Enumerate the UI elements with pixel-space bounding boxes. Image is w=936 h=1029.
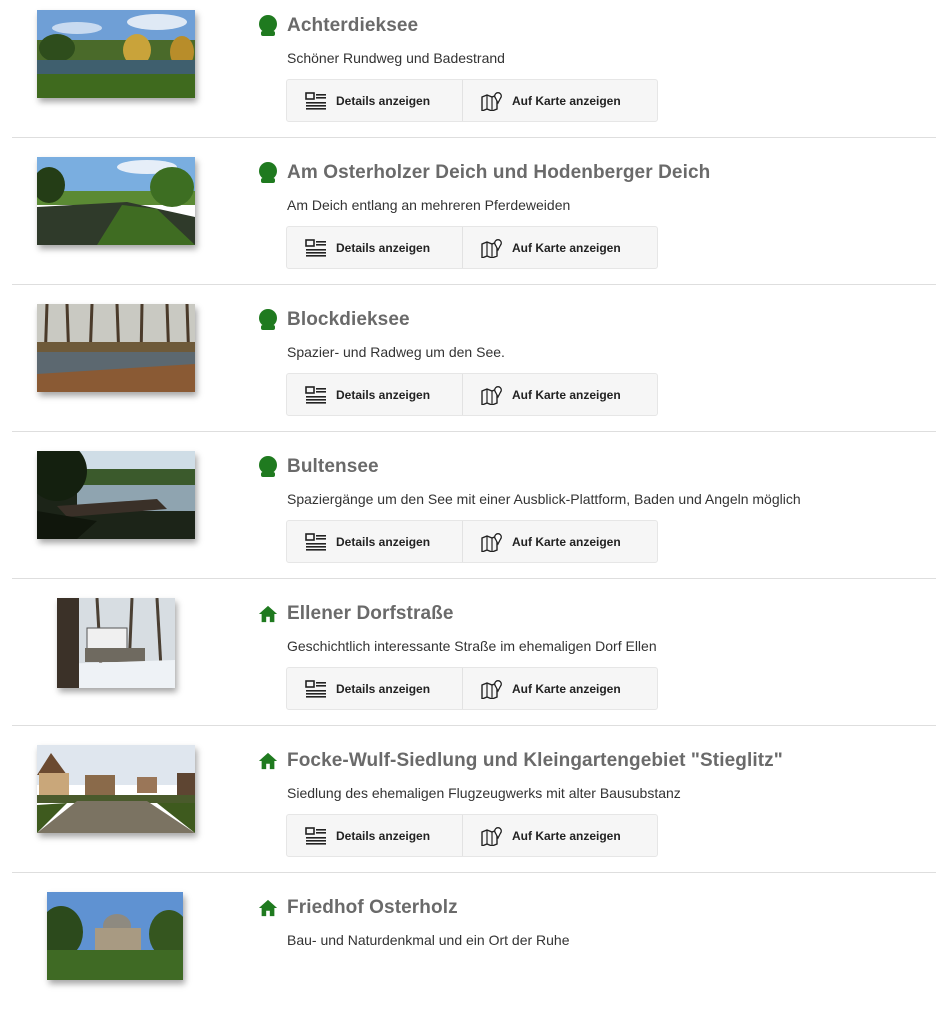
item-actions: Details anzeigen Auf Karte anzeigen: [286, 814, 658, 857]
list-item: Achterdieksee Schöner Rundweg und Badest…: [0, 0, 936, 147]
item-description: Spaziergänge um den See mit einer Ausbli…: [287, 491, 801, 507]
item-actions: Details anzeigen Auf Karte anzeigen: [286, 520, 658, 563]
item-title[interactable]: Am Osterholzer Deich und Hodenberger Dei…: [287, 162, 710, 184]
show-on-map-button[interactable]: Auf Karte anzeigen: [463, 227, 657, 268]
divider: [12, 725, 936, 726]
item-actions: Details anzeigen Auf Karte anzeigen: [286, 373, 658, 416]
list-icon: [305, 91, 327, 111]
place-photo[interactable]: [57, 598, 175, 688]
divider: [12, 137, 936, 138]
place-photo[interactable]: [37, 451, 195, 539]
house-icon: [258, 750, 278, 772]
map-icon: [481, 532, 503, 552]
divider: [12, 431, 936, 432]
list-item: Bultensee Spaziergänge um den See mit ei…: [0, 441, 936, 588]
tree-icon: [258, 15, 278, 37]
map-button-label: Auf Karte anzeigen: [512, 681, 621, 696]
details-button-label: Details anzeigen: [336, 681, 431, 696]
map-button-label: Auf Karte anzeigen: [512, 534, 621, 549]
item-title[interactable]: Ellener Dorfstraße: [287, 603, 454, 625]
map-button-label: Auf Karte anzeigen: [512, 828, 621, 843]
list-icon: [305, 238, 327, 258]
item-title[interactable]: Bultensee: [287, 456, 379, 478]
map-icon: [481, 238, 503, 258]
item-title-row: Ellener Dorfstraße: [258, 601, 454, 627]
details-button[interactable]: Details anzeigen: [287, 521, 463, 562]
show-on-map-button[interactable]: Auf Karte anzeigen: [463, 521, 657, 562]
divider: [12, 284, 936, 285]
list-icon: [305, 679, 327, 699]
item-title[interactable]: Achterdieksee: [287, 15, 418, 37]
list-item: Am Osterholzer Deich und Hodenberger Dei…: [0, 147, 936, 294]
tree-icon: [258, 309, 278, 331]
item-title[interactable]: Friedhof Osterholz: [287, 897, 458, 919]
list-icon: [305, 385, 327, 405]
details-button-label: Details anzeigen: [336, 534, 431, 549]
item-description: Geschichtlich interessante Straße im ehe…: [287, 638, 657, 654]
item-title-row: Friedhof Osterholz: [258, 895, 458, 921]
item-description: Bau- und Naturdenkmal und ein Ort der Ru…: [287, 932, 570, 948]
house-icon: [258, 603, 278, 625]
map-icon: [481, 385, 503, 405]
divider: [12, 578, 936, 579]
details-button-label: Details anzeigen: [336, 93, 431, 108]
details-button[interactable]: Details anzeigen: [287, 80, 463, 121]
item-title-row: Am Osterholzer Deich und Hodenberger Dei…: [258, 160, 710, 186]
place-photo[interactable]: [37, 745, 195, 833]
house-icon: [258, 897, 278, 919]
show-on-map-button[interactable]: Auf Karte anzeigen: [463, 815, 657, 856]
place-photo[interactable]: [47, 892, 183, 980]
list-item: Blockdieksee Spazier- und Radweg um den …: [0, 294, 936, 441]
list-item: Ellener Dorfstraße Geschichtlich interes…: [0, 588, 936, 735]
show-on-map-button[interactable]: Auf Karte anzeigen: [463, 80, 657, 121]
item-title[interactable]: Focke-Wulf-Siedlung und Kleingartengebie…: [287, 750, 783, 772]
details-button[interactable]: Details anzeigen: [287, 668, 463, 709]
map-button-label: Auf Karte anzeigen: [512, 93, 621, 108]
details-button-label: Details anzeigen: [336, 828, 431, 843]
place-photo[interactable]: [37, 10, 195, 98]
item-actions: Details anzeigen Auf Karte anzeigen: [286, 226, 658, 269]
details-button[interactable]: Details anzeigen: [287, 374, 463, 415]
map-button-label: Auf Karte anzeigen: [512, 240, 621, 255]
divider: [12, 872, 936, 873]
item-title-row: Bultensee: [258, 454, 379, 480]
item-title-row: Achterdieksee: [258, 13, 418, 39]
map-button-label: Auf Karte anzeigen: [512, 387, 621, 402]
item-title-row: Focke-Wulf-Siedlung und Kleingartengebie…: [258, 748, 783, 774]
item-actions: Details anzeigen Auf Karte anzeigen: [286, 667, 658, 710]
place-photo[interactable]: [37, 304, 195, 392]
show-on-map-button[interactable]: Auf Karte anzeigen: [463, 374, 657, 415]
details-button[interactable]: Details anzeigen: [287, 227, 463, 268]
map-icon: [481, 679, 503, 699]
map-icon: [481, 826, 503, 846]
tree-icon: [258, 456, 278, 478]
show-on-map-button[interactable]: Auf Karte anzeigen: [463, 668, 657, 709]
item-title[interactable]: Blockdieksee: [287, 309, 410, 331]
item-actions: Details anzeigen Auf Karte anzeigen: [286, 79, 658, 122]
details-button[interactable]: Details anzeigen: [287, 815, 463, 856]
item-description: Spazier- und Radweg um den See.: [287, 344, 505, 360]
item-description: Schöner Rundweg und Badestrand: [287, 50, 505, 66]
details-button-label: Details anzeigen: [336, 240, 431, 255]
tree-icon: [258, 162, 278, 184]
item-title-row: Blockdieksee: [258, 307, 410, 333]
item-description: Siedlung des ehemaligen Flugzeugwerks mi…: [287, 785, 681, 801]
details-button-label: Details anzeigen: [336, 387, 431, 402]
place-photo[interactable]: [37, 157, 195, 245]
list-icon: [305, 826, 327, 846]
list-icon: [305, 532, 327, 552]
list-item: Friedhof Osterholz Bau- und Naturdenkmal…: [0, 882, 936, 1029]
item-description: Am Deich entlang an mehreren Pferdeweide…: [287, 197, 571, 213]
list-item: Focke-Wulf-Siedlung und Kleingartengebie…: [0, 735, 936, 882]
map-icon: [481, 91, 503, 111]
